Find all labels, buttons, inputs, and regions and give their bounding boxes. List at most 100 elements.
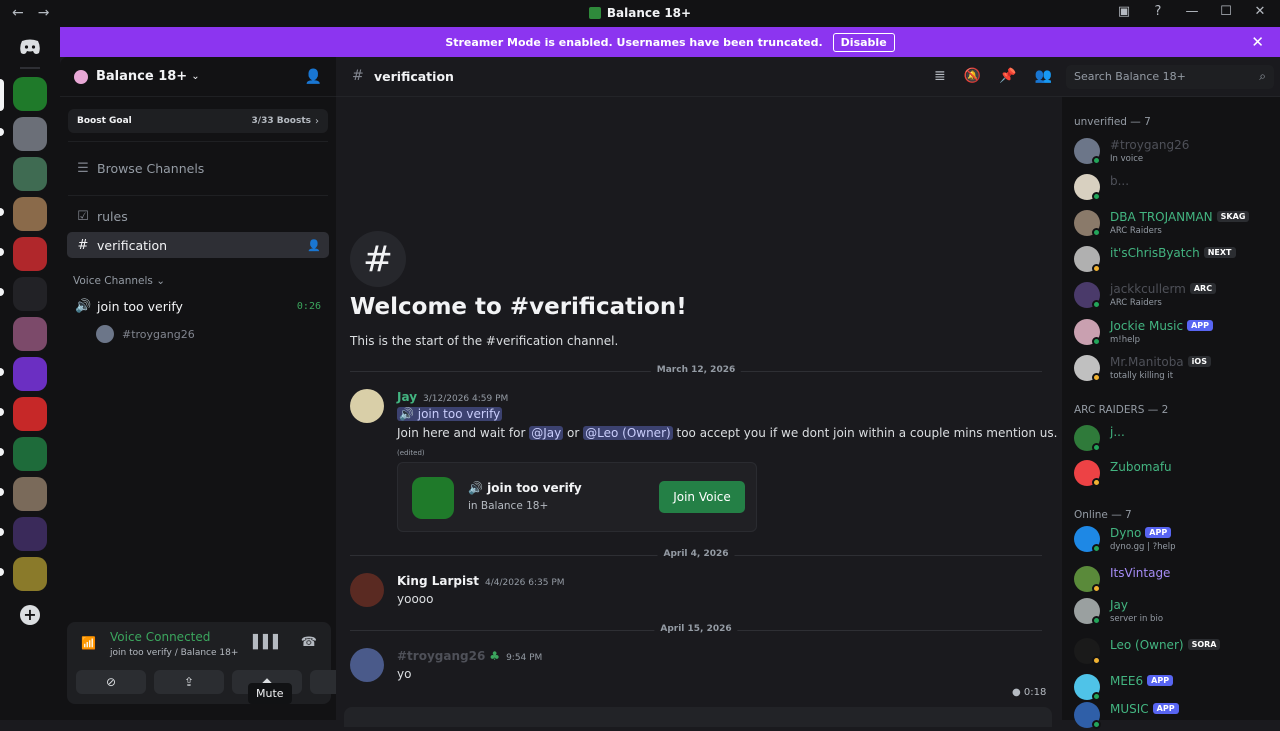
- channel-rules[interactable]: ☑ rules: [67, 203, 329, 229]
- invite-people-icon[interactable]: 👤: [305, 69, 322, 85]
- browse-channels[interactable]: ☰ Browse Channels: [67, 155, 329, 181]
- member-item[interactable]: MUSIC APP: [1074, 701, 1274, 731]
- discord-home-icon[interactable]: [12, 33, 48, 61]
- server-icon[interactable]: [13, 117, 47, 151]
- help-icon[interactable]: ?: [1150, 4, 1166, 19]
- message-author[interactable]: King Larpist 4/4/2026 6:35 PM: [397, 574, 565, 588]
- hash-icon: #: [350, 231, 406, 287]
- threads-icon[interactable]: ≣: [934, 68, 946, 84]
- channel-verification[interactable]: # verification 👤: [67, 232, 329, 258]
- add-member-icon[interactable]: 👤: [307, 239, 321, 252]
- disable-button[interactable]: Disable: [832, 32, 895, 52]
- close-icon[interactable]: ✕: [1252, 4, 1268, 19]
- message-timestamp: 4/4/2026 6:35 PM: [484, 578, 565, 588]
- member-name: Mr.Manitoba iOS: [1110, 355, 1211, 369]
- member-item[interactable]: b...: [1074, 173, 1274, 203]
- voice-category[interactable]: Voice Channels ⌄: [73, 275, 165, 287]
- member-item[interactable]: jackkcullerm ARC ARC Raiders: [1074, 281, 1274, 311]
- unread-indicator: [0, 488, 4, 496]
- server-icon[interactable]: [13, 317, 47, 351]
- member-item[interactable]: ItsVintage: [1074, 565, 1274, 595]
- signal-icon[interactable]: 📶: [81, 636, 96, 650]
- server-icon[interactable]: [13, 237, 47, 271]
- boost-goal-label: Boost Goal: [77, 116, 132, 126]
- add-server-icon[interactable]: +: [20, 605, 40, 625]
- unread-indicator: [0, 248, 4, 256]
- member-item[interactable]: Zubomafu: [1074, 459, 1274, 489]
- member-status: ARC Raiders: [1110, 298, 1162, 308]
- mention-jay[interactable]: @Jay: [529, 426, 564, 440]
- member-group-header: ARC RAIDERS — 2: [1074, 404, 1169, 416]
- server-icon[interactable]: [13, 397, 47, 431]
- avatar[interactable]: [350, 573, 384, 607]
- noise-suppression-icon[interactable]: ▌▌▌: [253, 635, 283, 650]
- server-icon: [588, 7, 601, 19]
- member-item[interactable]: Jay server in bio: [1074, 597, 1274, 627]
- avatar[interactable]: [350, 389, 384, 423]
- member-list-icon[interactable]: 👥: [1035, 68, 1052, 84]
- search-input[interactable]: Search Balance 18+ ⌕: [1066, 65, 1274, 89]
- member-tag: APP: [1152, 703, 1179, 714]
- chevron-right-icon: ›: [315, 115, 319, 127]
- voice-user[interactable]: #troygang26: [96, 325, 195, 343]
- presence-dot: [1092, 584, 1101, 593]
- member-item[interactable]: it'sChrisByatch NEXT: [1074, 245, 1274, 275]
- server-icon-balance[interactable]: [13, 77, 47, 111]
- member-status: m!help: [1110, 335, 1141, 345]
- member-tag: ARC: [1189, 283, 1217, 294]
- join-voice-button[interactable]: Join Voice: [659, 481, 745, 513]
- notifications-muted-icon[interactable]: 🔕: [964, 68, 981, 84]
- message-timestamp: 3/12/2026 4:59 PM: [423, 394, 509, 404]
- voice-status[interactable]: Voice Connected: [110, 630, 210, 644]
- disconnect-icon[interactable]: ☎: [301, 635, 317, 650]
- member-item[interactable]: #troygang26 In voice: [1074, 137, 1274, 167]
- message-composer[interactable]: [344, 707, 1052, 727]
- list-icon: ☰: [77, 160, 89, 176]
- voice-location[interactable]: join too verify / Balance 18+: [110, 648, 238, 658]
- date-divider: March 12, 2026: [350, 365, 1042, 375]
- maximize-icon[interactable]: ☐: [1218, 4, 1234, 19]
- voice-channel-join-too-verify[interactable]: 🔊 join too verify 0:26: [67, 293, 329, 319]
- channel-link[interactable]: 🔊 join too verify: [397, 407, 503, 421]
- minimize-icon[interactable]: —: [1184, 4, 1200, 19]
- member-item[interactable]: Mr.Manitoba iOS totally killing it: [1074, 354, 1274, 384]
- speaker-icon: 🔊: [75, 298, 92, 314]
- member-tag: SKAG: [1216, 211, 1250, 222]
- member-item[interactable]: Dyno APP dyno.gg | ?help: [1074, 525, 1274, 555]
- member-tag: APP: [1187, 320, 1214, 331]
- member-item[interactable]: DBA TROJANMAN SKAG ARC Raiders: [1074, 209, 1274, 239]
- server-icon[interactable]: [13, 437, 47, 471]
- active-server-indicator: [0, 79, 4, 111]
- member-status: totally killing it: [1110, 371, 1174, 381]
- member-item[interactable]: Jockie Music APP m!help: [1074, 318, 1274, 348]
- mention-leo[interactable]: @Leo (Owner): [583, 426, 673, 440]
- window-title: Balance 18+: [0, 6, 1280, 20]
- avatar[interactable]: [350, 648, 384, 682]
- pin-icon[interactable]: 📌: [999, 68, 1016, 84]
- message-author[interactable]: Jay 3/12/2026 4:59 PM: [397, 390, 508, 404]
- server-icon[interactable]: [13, 477, 47, 511]
- boost-goal-bar[interactable]: Boost Goal 3/33 Boosts ›: [68, 109, 328, 133]
- server-icon[interactable]: [13, 277, 47, 311]
- video-off-button[interactable]: ⊘: [76, 670, 146, 694]
- presence-dot: [1092, 337, 1101, 346]
- member-status: server in bio: [1110, 614, 1164, 624]
- server-icon[interactable]: [13, 357, 47, 391]
- member-item[interactable]: MEE6 APP: [1074, 673, 1274, 703]
- inbox-icon[interactable]: ▣: [1116, 4, 1132, 19]
- speaker-icon: 🔊: [468, 481, 488, 495]
- member-item[interactable]: Leo (Owner) SORA: [1074, 637, 1274, 667]
- member-name: ItsVintage: [1110, 566, 1171, 580]
- message-author[interactable]: #troygang26 ♣ 9:54 PM: [397, 649, 542, 663]
- member-item[interactable]: j...: [1074, 424, 1274, 454]
- unread-indicator: [0, 448, 4, 456]
- voice-channel-label: join too verify: [97, 298, 183, 314]
- server-icon[interactable]: [13, 157, 47, 191]
- server-header[interactable]: Balance 18+ ⌄ 👤: [60, 57, 336, 97]
- member-group-header: unverified — 7: [1074, 116, 1151, 128]
- screen-share-button[interactable]: ⇪: [154, 670, 224, 694]
- banner-close-icon[interactable]: ✕: [1251, 33, 1264, 51]
- server-icon[interactable]: [13, 197, 47, 231]
- server-icon[interactable]: [13, 557, 47, 591]
- server-icon[interactable]: [13, 517, 47, 551]
